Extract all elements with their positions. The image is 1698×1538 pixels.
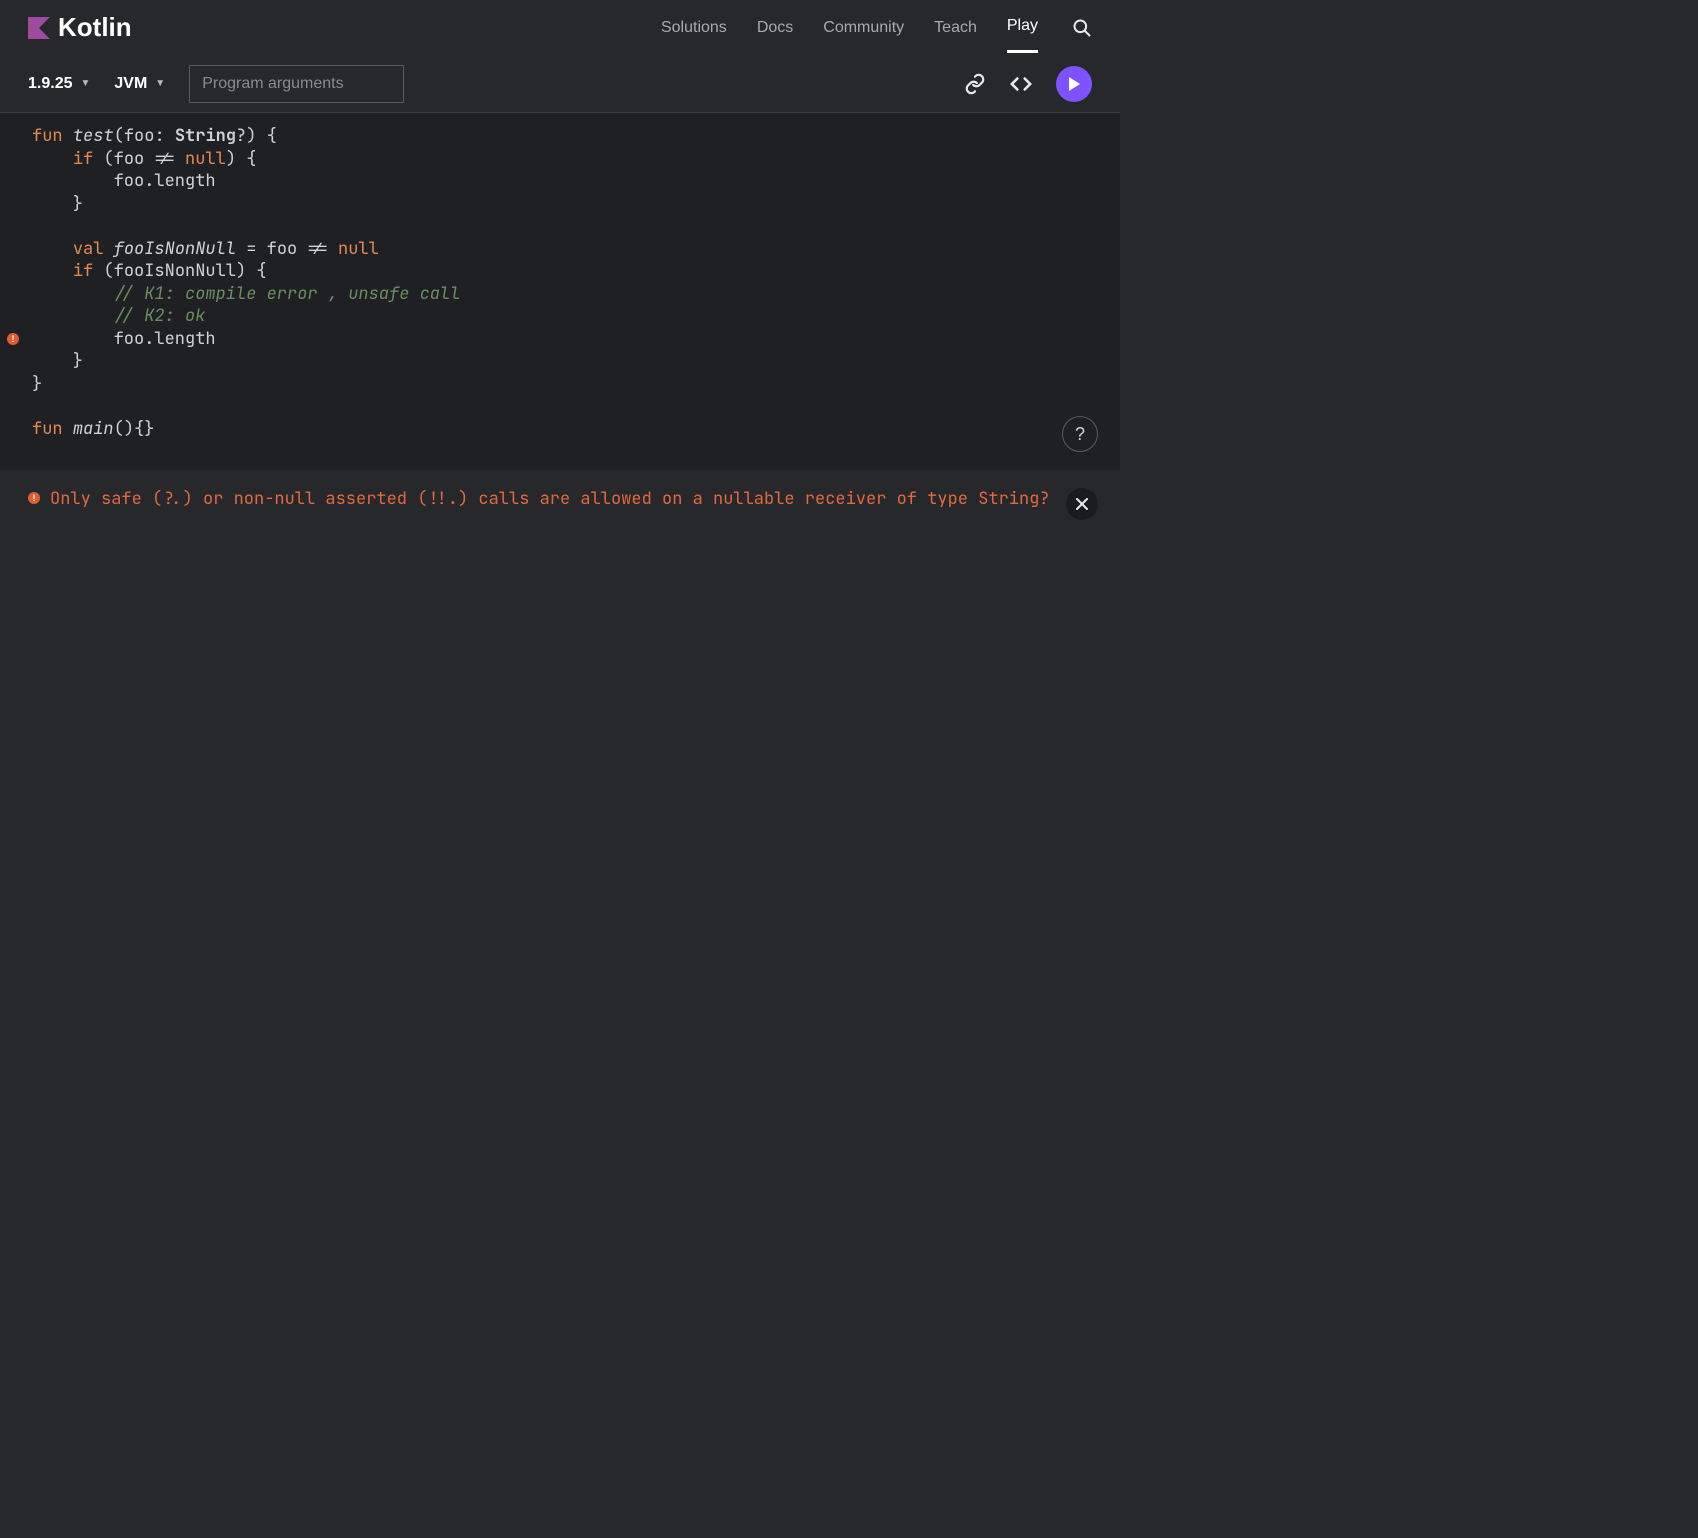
- chevron-down-icon: ▼: [80, 78, 90, 89]
- editor-gutter: [0, 113, 26, 440]
- share-link-icon[interactable]: [964, 73, 986, 95]
- brand-logo[interactable]: Kotlin: [28, 12, 132, 43]
- nav-item-teach[interactable]: Teach: [934, 4, 977, 52]
- console-error-message: Only safe (?.) or non-null asserted (!!.…: [50, 488, 1070, 510]
- version-label: 1.9.25: [28, 75, 72, 93]
- nav-item-play[interactable]: Play: [1007, 2, 1038, 53]
- error-icon: [28, 492, 40, 504]
- header: Kotlin Solutions Docs Community Teach Play: [0, 0, 1120, 55]
- help-button[interactable]: ?: [1062, 416, 1098, 452]
- code-editor[interactable]: fun test(foo: String?) { if (foo != null…: [0, 113, 1120, 470]
- playground-toolbar: 1.9.25 ▼ JVM ▼: [0, 55, 1120, 113]
- nav-item-docs[interactable]: Docs: [757, 4, 793, 52]
- chevron-down-icon: ▼: [155, 78, 165, 89]
- help-label: ?: [1075, 424, 1085, 445]
- code-content[interactable]: fun test(foo: String?) { if (foo != null…: [0, 125, 1120, 440]
- error-icon[interactable]: [7, 333, 19, 345]
- embed-code-icon[interactable]: [1010, 73, 1032, 95]
- close-console-button[interactable]: [1066, 488, 1098, 520]
- target-dropdown[interactable]: JVM ▼: [114, 75, 165, 93]
- nav-item-community[interactable]: Community: [823, 4, 904, 52]
- search-icon[interactable]: [1072, 18, 1092, 38]
- target-label: JVM: [114, 75, 147, 93]
- program-arguments-input[interactable]: [189, 65, 404, 103]
- run-button[interactable]: [1056, 66, 1092, 102]
- brand-name: Kotlin: [58, 12, 132, 43]
- main-nav: Solutions Docs Community Teach Play: [661, 2, 1092, 53]
- kotlin-logo-icon: [28, 17, 50, 39]
- version-dropdown[interactable]: 1.9.25 ▼: [28, 75, 90, 93]
- nav-item-solutions[interactable]: Solutions: [661, 4, 727, 52]
- output-console: Only safe (?.) or non-null asserted (!!.…: [0, 470, 1120, 1025]
